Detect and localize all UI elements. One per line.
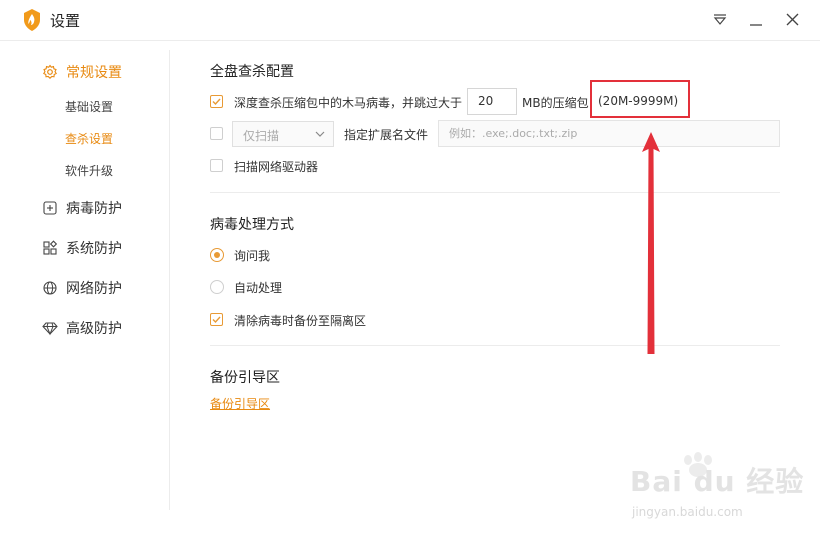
ask-me-label: 询问我 <box>234 249 271 263</box>
extension-input[interactable]: 例如：.exe;.doc;.txt;.zip <box>438 120 780 147</box>
auto-handle-radio[interactable] <box>210 280 224 294</box>
sidebar-item-label: 病毒防护 <box>66 201 122 217</box>
close-button[interactable] <box>780 8 804 32</box>
app-logo-icon <box>24 9 40 31</box>
annotation-highlight-box <box>590 80 690 118</box>
sidebar-item-network[interactable]: 网络防护 <box>42 278 122 298</box>
deep-scan-checkbox[interactable] <box>210 95 223 108</box>
backup-quarantine-checkbox[interactable] <box>210 313 223 326</box>
annotation-arrow-icon <box>642 132 660 354</box>
section-divider <box>210 345 780 346</box>
title-bar: 设置 <box>0 0 820 41</box>
sidebar-item-label: 网络防护 <box>66 281 122 297</box>
window-title: 设置 <box>50 12 81 30</box>
sidebar-item-virus[interactable]: 病毒防护 <box>42 198 122 218</box>
sidebar-item-label: 常规设置 <box>66 65 122 81</box>
globe-icon <box>42 280 58 296</box>
size-unit-label: MB的压缩包 <box>522 96 589 110</box>
scan-mode-value: 仅扫描 <box>243 129 280 143</box>
subitem-upgrade[interactable]: 软件升级 <box>65 162 113 179</box>
extension-label: 指定扩展名文件 <box>344 128 429 142</box>
chevron-down-icon <box>315 131 325 137</box>
check-icon <box>212 98 221 106</box>
backup-boot-link[interactable]: 备份引导区 <box>210 395 270 412</box>
close-icon <box>786 13 799 26</box>
check-icon <box>212 316 221 324</box>
boot-section-title: 备份引导区 <box>210 370 280 386</box>
sidebar-item-advanced[interactable]: 高级防护 <box>42 318 122 338</box>
auto-handle-label: 自动处理 <box>234 281 283 295</box>
deep-scan-label: 深度查杀压缩包中的木马病毒，并跳过大于 <box>234 96 463 110</box>
virus-section-title: 病毒处理方式 <box>210 217 294 233</box>
sidebar-item-general[interactable]: 常规设置 <box>42 62 122 82</box>
network-drive-label: 扫描网络驱动器 <box>234 160 319 174</box>
minimize-icon <box>750 24 762 26</box>
backup-quarantine-label: 清除病毒时备份至隔离区 <box>234 314 367 328</box>
extension-scan-checkbox[interactable] <box>210 127 223 140</box>
ask-me-radio[interactable] <box>210 248 224 262</box>
scan-section-title: 全盘查杀配置 <box>210 64 294 80</box>
grid-icon <box>42 240 58 256</box>
watermark-brand: Bai du 经验 <box>630 465 805 498</box>
subitem-scan[interactable]: 查杀设置 <box>65 130 113 147</box>
diamond-icon <box>42 320 58 336</box>
gear-icon <box>42 64 58 80</box>
section-divider <box>210 192 780 193</box>
subitem-basic[interactable]: 基础设置 <box>65 98 113 115</box>
sidebar-item-label: 系统防护 <box>66 241 122 257</box>
scan-mode-select[interactable]: 仅扫描 <box>232 121 334 147</box>
menu-triangle-icon <box>713 14 727 25</box>
network-drive-checkbox[interactable] <box>210 159 223 172</box>
minimize-button[interactable] <box>744 8 768 32</box>
dropdown-menu-button[interactable] <box>708 8 732 32</box>
sidebar-divider <box>169 50 170 510</box>
watermark-url: jingyan.baidu.com <box>632 505 743 519</box>
plus-square-icon <box>42 200 58 216</box>
sidebar-item-system[interactable]: 系统防护 <box>42 238 122 258</box>
archive-size-input[interactable]: 20 <box>467 88 517 115</box>
sidebar-item-label: 高级防护 <box>66 321 122 337</box>
